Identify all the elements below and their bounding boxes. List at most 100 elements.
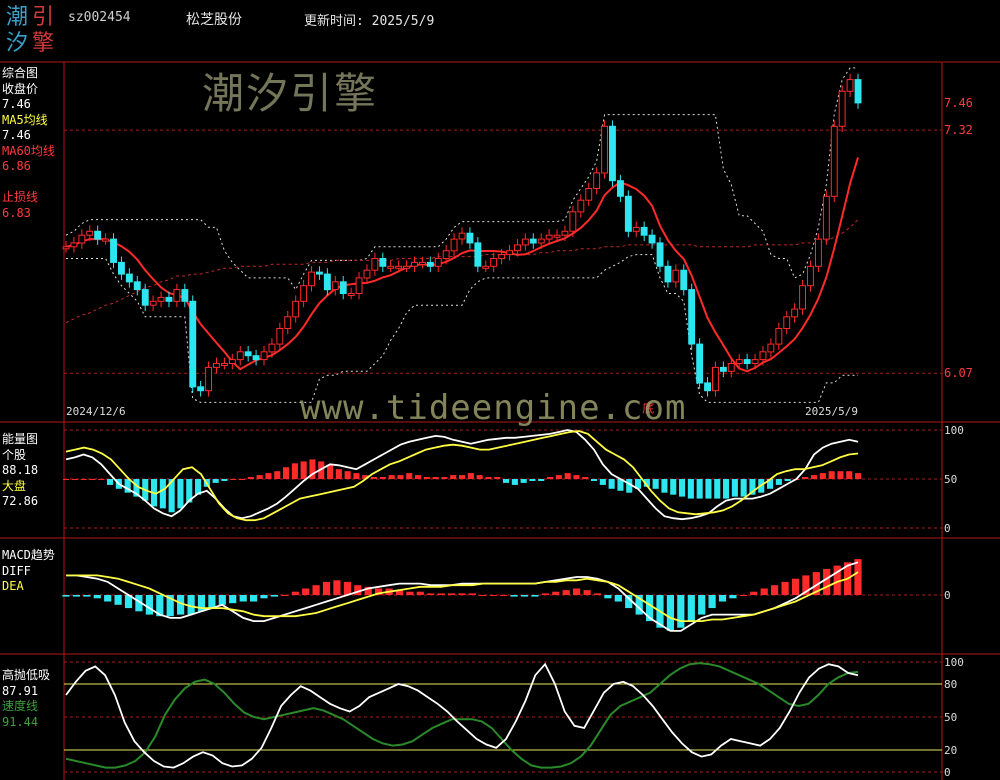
energy-bar xyxy=(71,479,78,480)
macd-bar xyxy=(322,581,331,595)
energy-bar xyxy=(63,479,70,480)
macd-bar xyxy=(520,595,529,597)
energy-bar xyxy=(344,471,351,479)
energy-bar xyxy=(335,469,342,479)
candle-body xyxy=(514,244,521,252)
energy-bar xyxy=(212,479,219,483)
candle-body xyxy=(260,351,268,361)
candle-body xyxy=(846,79,854,92)
candle-body xyxy=(62,246,70,250)
energy-bar xyxy=(432,477,439,479)
macd-bar xyxy=(260,595,268,599)
energy-bar xyxy=(247,477,254,479)
panel-label: 6.83 xyxy=(2,205,31,220)
macd-bar xyxy=(479,595,487,596)
osc-axis-label: 100 xyxy=(944,656,964,669)
candle-body xyxy=(78,234,86,244)
candle-body xyxy=(308,271,316,287)
energy-bar xyxy=(397,475,404,479)
candle-body xyxy=(601,125,608,174)
macd-bar xyxy=(760,588,768,595)
panel-label: MA5均线 xyxy=(2,112,48,127)
candle-body xyxy=(506,250,514,256)
energy-bar xyxy=(819,473,826,479)
panel-label: 7.46 xyxy=(2,97,31,111)
energy-bar xyxy=(265,473,272,479)
energy-bar xyxy=(591,479,598,481)
candle-body xyxy=(704,382,711,392)
candle-body xyxy=(799,285,806,310)
candle-body xyxy=(149,300,157,306)
panel-label: 止损线 xyxy=(2,190,39,204)
candle-body xyxy=(712,366,719,392)
candle-body xyxy=(379,258,387,267)
energy-bar xyxy=(459,475,466,479)
panel-label: 个股 xyxy=(2,447,27,462)
macd-bar xyxy=(687,595,695,622)
panel-label: 88.18 xyxy=(2,463,39,477)
osc-axis-label: 20 xyxy=(944,744,957,757)
right-price-label: 6.07 xyxy=(944,366,973,380)
candle-body xyxy=(268,343,276,353)
candle-body xyxy=(323,273,331,291)
right-price-label: 7.46 xyxy=(944,96,973,110)
macd-bar xyxy=(614,595,622,602)
panel-label: 6.86 xyxy=(2,159,31,173)
candle-body xyxy=(759,351,767,361)
energy-bar xyxy=(811,475,818,479)
candle-body xyxy=(157,296,165,302)
macd-bar xyxy=(739,595,747,596)
energy-bar xyxy=(731,479,738,497)
candle-body xyxy=(110,238,117,263)
macd-bar xyxy=(781,581,789,595)
energy-bar xyxy=(520,479,527,483)
candle-body xyxy=(688,289,696,345)
macd-bar xyxy=(93,595,101,599)
macd-bar xyxy=(562,590,570,595)
candle-body xyxy=(181,289,189,302)
candle-body xyxy=(735,359,743,365)
energy-bar xyxy=(177,479,184,509)
candle-body xyxy=(221,363,228,366)
energy-bar xyxy=(802,477,809,479)
energy-bar xyxy=(221,479,228,481)
candle-body xyxy=(474,242,482,267)
candle-body xyxy=(70,242,78,248)
candle-body xyxy=(165,296,173,302)
energy-bar xyxy=(661,479,668,493)
candle-body xyxy=(86,230,94,236)
candle-body xyxy=(355,277,363,294)
macd-bar xyxy=(729,595,737,599)
energy-axis-label: 100 xyxy=(944,424,964,437)
candle-body xyxy=(125,273,133,283)
macd-bar xyxy=(791,578,800,595)
energy-bar xyxy=(564,473,571,479)
candle-body xyxy=(284,316,292,329)
candle-body xyxy=(466,232,474,244)
macd-bar xyxy=(698,595,706,615)
energy-bar xyxy=(494,477,501,479)
energy-bar xyxy=(547,477,554,479)
energy-bar xyxy=(291,463,298,479)
candle-body xyxy=(830,125,838,197)
macd-bar xyxy=(823,568,831,595)
energy-bar xyxy=(89,479,96,480)
candle-body xyxy=(585,188,593,201)
candle-body xyxy=(419,261,426,265)
macd-bar xyxy=(406,591,414,595)
energy-bar xyxy=(687,479,694,499)
panel-label: 能量图 xyxy=(2,432,39,446)
energy-bar xyxy=(652,479,659,489)
macd-bar xyxy=(854,559,862,595)
energy-bar xyxy=(670,479,677,495)
panel-label: DIFF xyxy=(2,563,31,578)
candle-body xyxy=(577,199,585,213)
candle-body xyxy=(442,250,450,259)
candle-body xyxy=(521,238,529,246)
macd-bar xyxy=(83,595,91,597)
candle-body xyxy=(815,238,822,267)
main-start-date: 2024/12/6 xyxy=(66,405,126,418)
candle-body xyxy=(696,343,704,384)
panel-label: 收盘价 xyxy=(2,81,39,96)
candle-body xyxy=(395,265,403,269)
